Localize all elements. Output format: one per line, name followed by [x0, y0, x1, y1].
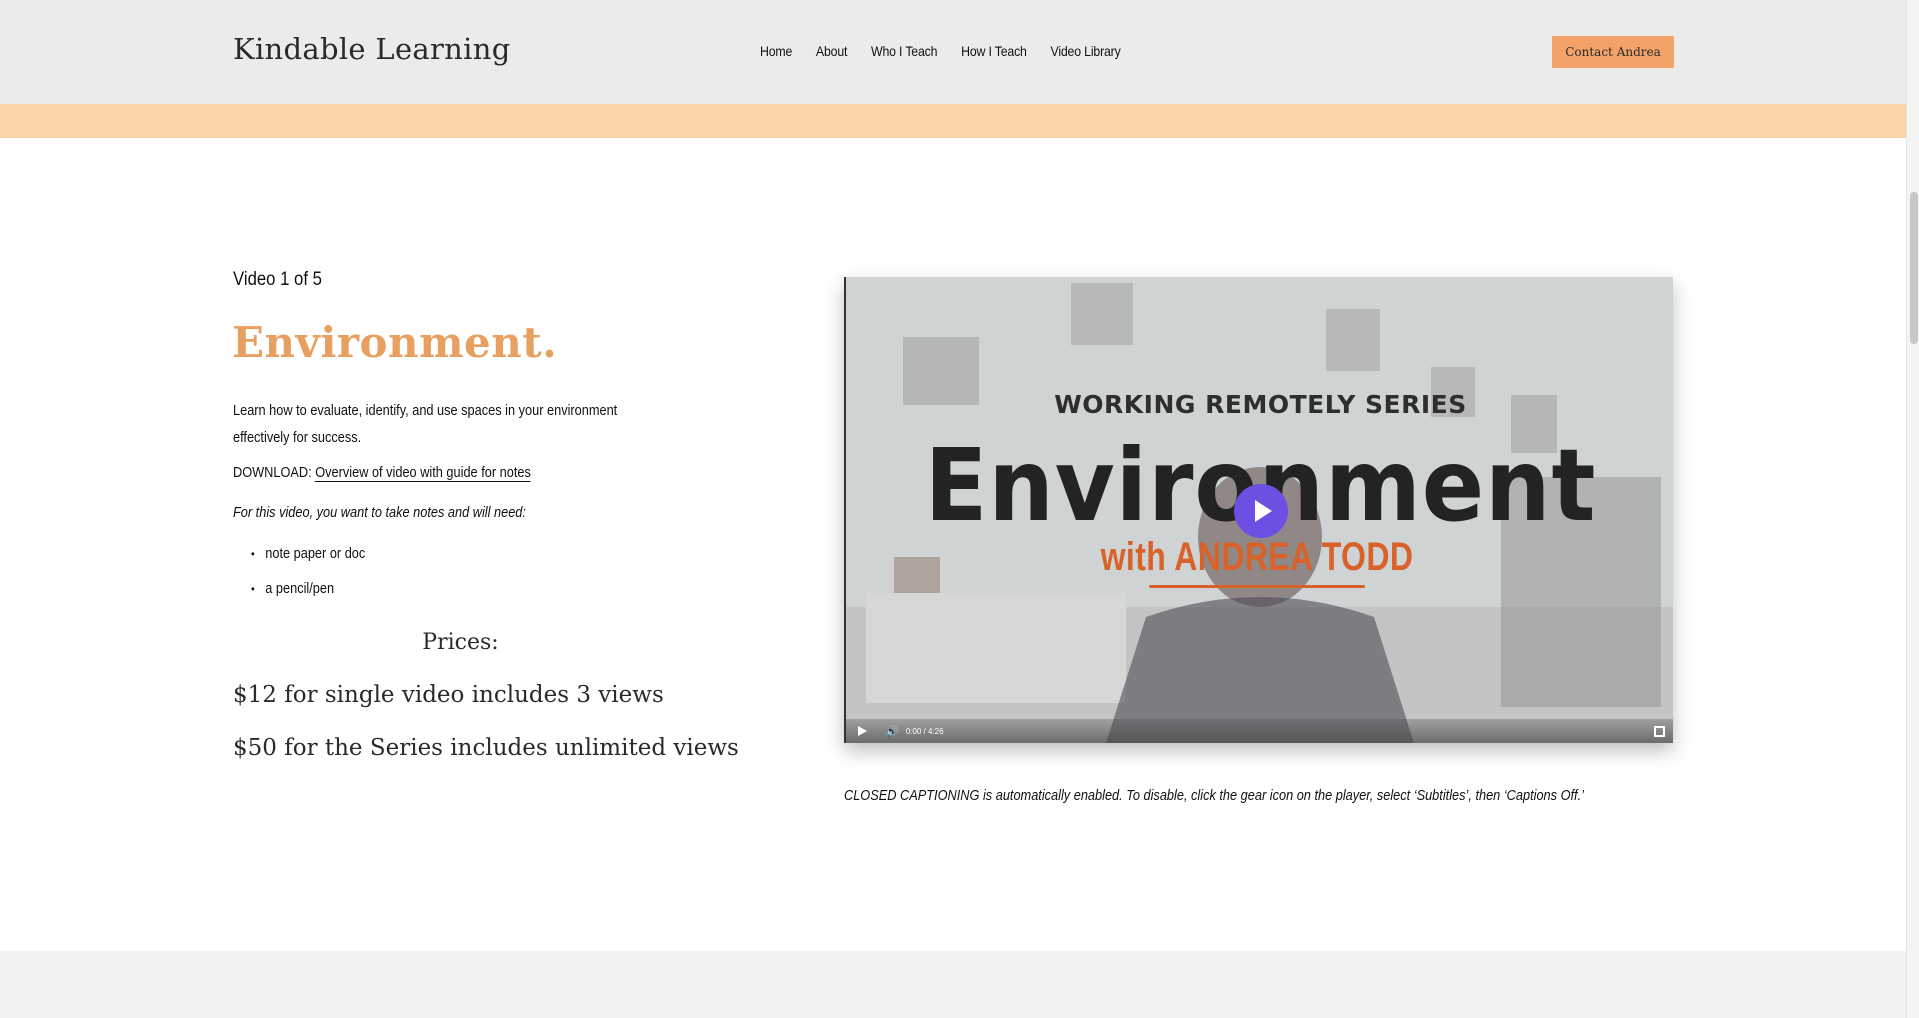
list-item: note paper or doc	[251, 546, 365, 581]
needs-list: note paper or doc a pencil/pen	[251, 546, 365, 616]
main-nav: Home About Who I Teach How I Teach Video…	[760, 43, 1121, 59]
nav-home[interactable]: Home	[760, 43, 792, 59]
price-series: $50 for the Series includes unlimited vi…	[233, 735, 739, 761]
nav-about[interactable]: About	[816, 43, 847, 59]
site-logo[interactable]: Kindable Learning	[233, 32, 511, 66]
video-presenter-text: with ANDREA TODD	[1100, 535, 1414, 579]
contact-button[interactable]: Contact Andrea	[1552, 36, 1674, 68]
fullscreen-icon[interactable]	[1654, 726, 1665, 737]
price-single: $12 for single video includes 3 views	[233, 682, 664, 708]
presenter-underline	[1149, 585, 1365, 588]
nav-video-library[interactable]: Video Library	[1050, 43, 1120, 59]
download-line: DOWNLOAD: Overview of video with guide f…	[233, 465, 531, 482]
video-controls: 🔊 0:00 / 4:26	[846, 719, 1673, 743]
video-player[interactable]: WORKING REMOTELY SERIES Environment with…	[844, 277, 1673, 743]
accent-band	[0, 104, 1906, 138]
prices-heading: Prices:	[422, 630, 499, 655]
video-description: Learn how to evaluate, identify, and use…	[233, 403, 618, 446]
video-title: Environment.	[232, 318, 558, 367]
video-counter: Video 1 of 5	[233, 269, 322, 290]
list-item: a pencil/pen	[251, 581, 365, 616]
footer-band	[0, 951, 1906, 1018]
scroll-thumb[interactable]	[1910, 192, 1918, 344]
video-time: 0:00 / 4:26	[905, 726, 944, 736]
nav-how-i-teach[interactable]: How I Teach	[961, 43, 1027, 59]
small-play-icon[interactable]	[858, 726, 867, 736]
volume-icon[interactable]: 🔊	[885, 725, 899, 738]
nav-who-i-teach[interactable]: Who I Teach	[871, 43, 938, 59]
site-header: Kindable Learning Home About Who I Teach…	[0, 0, 1906, 104]
video-series-text: WORKING REMOTELY SERIES	[1054, 390, 1467, 419]
need-text: For this video, you want to take notes a…	[233, 505, 526, 521]
scrollbar[interactable]	[1906, 0, 1919, 1018]
play-icon[interactable]	[1234, 484, 1288, 538]
caption-note: CLOSED CAPTIONING is automatically enabl…	[844, 788, 1584, 804]
download-link[interactable]: Overview of video with guide for notes	[315, 465, 531, 482]
download-prefix: DOWNLOAD:	[233, 465, 316, 481]
